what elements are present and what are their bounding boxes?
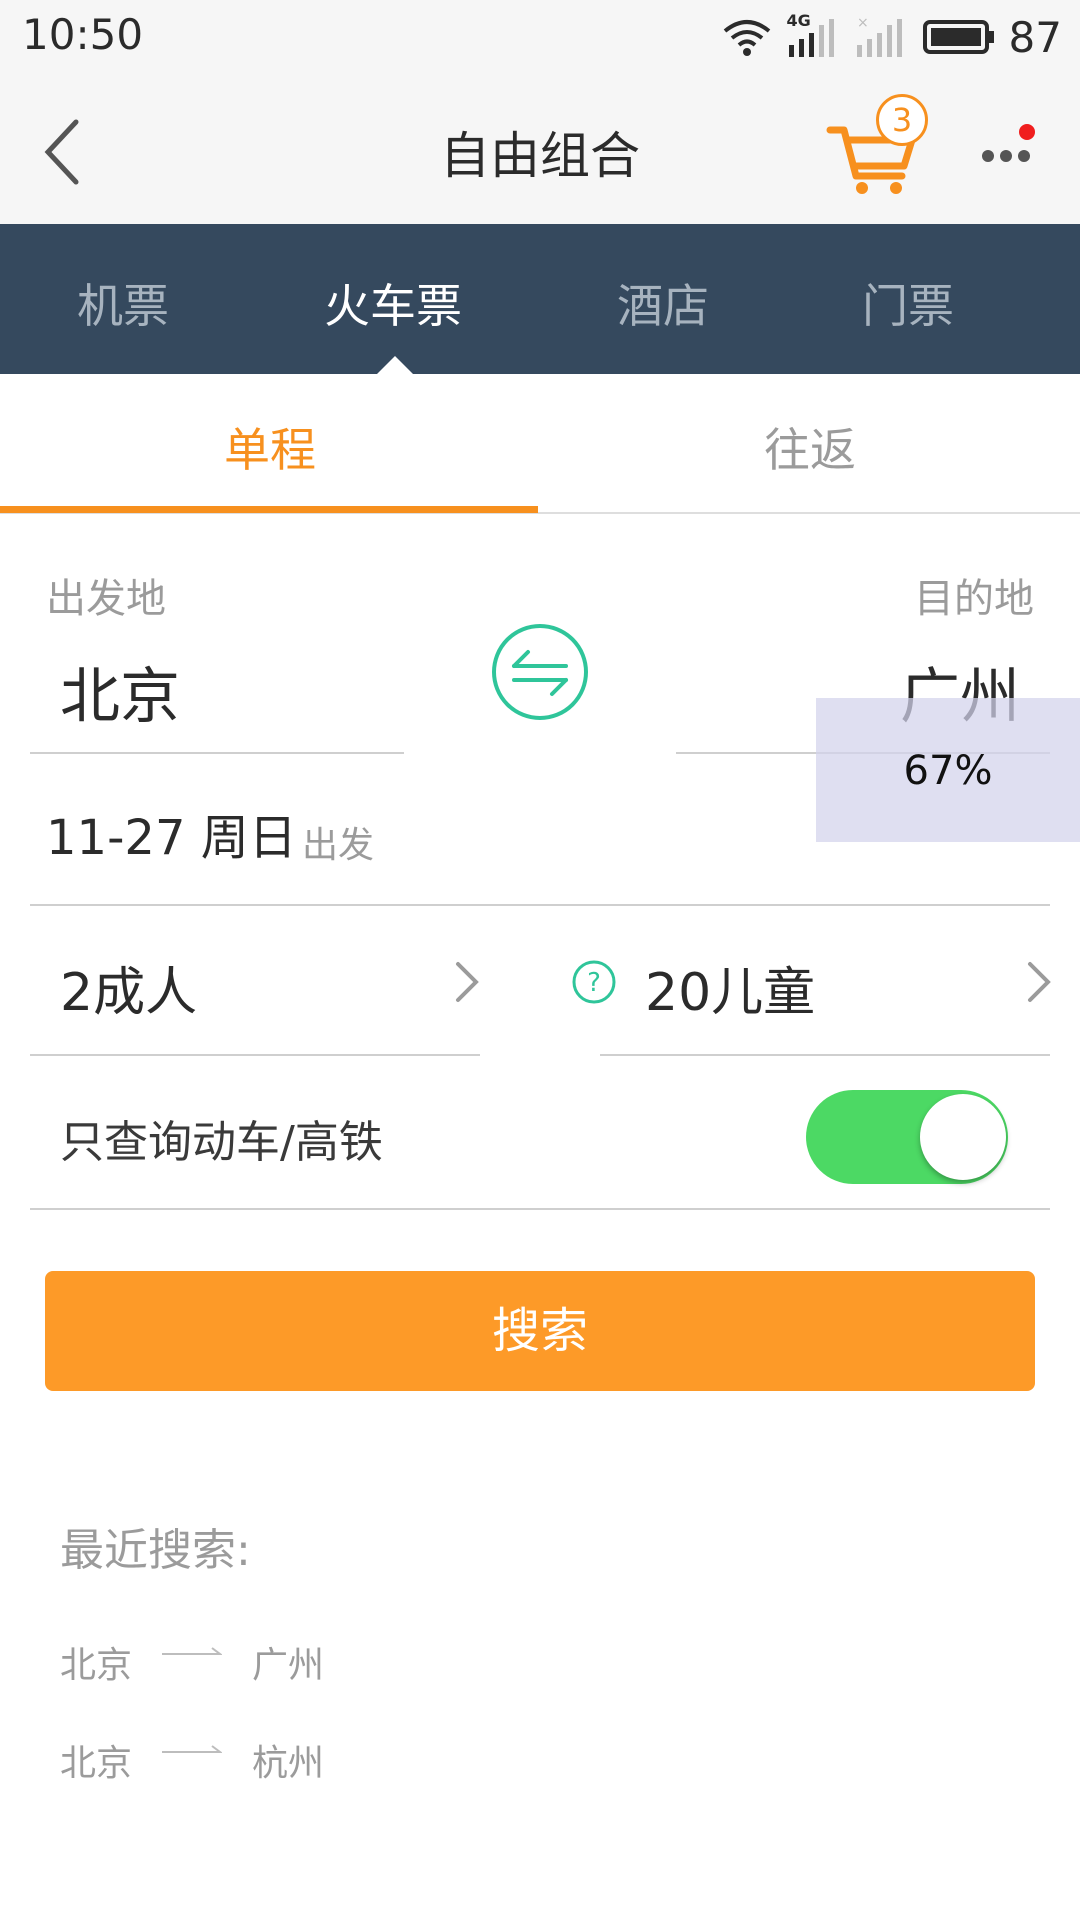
high-speed-toggle[interactable] (806, 1090, 1008, 1184)
swap-arrows-icon (492, 624, 588, 720)
notification-dot (1019, 124, 1035, 140)
adult-count[interactable]: 2成人 (60, 950, 197, 1025)
more-dots-icon (982, 124, 1035, 162)
active-tab-caret (377, 356, 413, 374)
tab-tickets[interactable]: 门票 (798, 270, 1018, 336)
cellular-nosignal-icon: × (856, 15, 902, 57)
status-bar: 10:50 4G × 87 (0, 0, 1080, 72)
tab-flight[interactable]: 机票 (13, 270, 233, 336)
toggle-knob (920, 1094, 1006, 1180)
top-header: 自由组合 3 (0, 72, 1080, 224)
recent-searches-title: 最近搜索: (60, 1525, 251, 1576)
high-speed-filter-label: 只查询动车/高铁 (60, 1117, 383, 1168)
destination-label: 目的地 (914, 576, 1034, 622)
battery-icon (922, 20, 994, 54)
tab-hotel[interactable]: 酒店 (553, 270, 773, 336)
chevron-right-icon[interactable] (452, 960, 482, 1004)
status-icons: 4G × 87 (721, 11, 1062, 62)
tab-train[interactable]: 火车票 (283, 270, 503, 336)
cart-count-badge: 3 (876, 94, 928, 146)
adult-divider (30, 1054, 480, 1056)
search-button[interactable]: 搜索 (45, 1271, 1035, 1391)
recent-to-city: 杭州 (252, 1743, 325, 1784)
recent-from-city: 北京 (60, 1645, 133, 1686)
origin-city[interactable]: 北京 (60, 648, 180, 735)
category-tab-bar: 机票 火车票 酒店 门票 (0, 224, 1080, 374)
departure-date-suffix: 出发 (302, 825, 375, 866)
departure-date[interactable]: 11-27 周日 (46, 798, 297, 868)
origin-divider (30, 752, 404, 754)
battery-level: 87 (1008, 12, 1062, 62)
recent-search-item[interactable]: 北京 广州 (60, 1636, 460, 1686)
screen: 10:50 4G × 87 自由组合 3 机票 火车票 酒店 门票 单程 往返 … (0, 0, 1080, 1920)
long-arrow-right-icon (162, 1647, 222, 1655)
wifi-icon (723, 20, 770, 56)
tab-one-way[interactable]: 单程 (0, 414, 540, 480)
date-divider (30, 904, 1050, 906)
child-divider (600, 1054, 1050, 1056)
long-arrow-right-icon (162, 1745, 222, 1753)
origin-label: 出发地 (46, 576, 166, 622)
child-count[interactable]: 20儿童 (645, 950, 815, 1025)
svg-text:×: × (857, 15, 869, 31)
swap-cities-button[interactable] (490, 622, 590, 722)
recent-search-item[interactable]: 北京 杭州 (60, 1734, 460, 1784)
active-trip-underline (0, 506, 538, 513)
status-time: 10:50 (22, 10, 144, 59)
question-circle-icon[interactable]: ? (571, 959, 617, 1005)
svg-text:?: ? (587, 968, 601, 998)
progress-overlay-text: 67% (903, 748, 993, 794)
filter-divider (30, 1208, 1050, 1210)
recent-to-city: 广州 (252, 1645, 325, 1686)
trip-type-tabs: 单程 往返 (0, 374, 1080, 514)
chevron-right-icon[interactable] (1024, 960, 1054, 1004)
cellular-4g-icon: 4G (787, 11, 841, 59)
more-button[interactable] (978, 118, 1048, 188)
recent-from-city: 北京 (60, 1743, 133, 1784)
tab-round-trip[interactable]: 往返 (540, 414, 1080, 480)
